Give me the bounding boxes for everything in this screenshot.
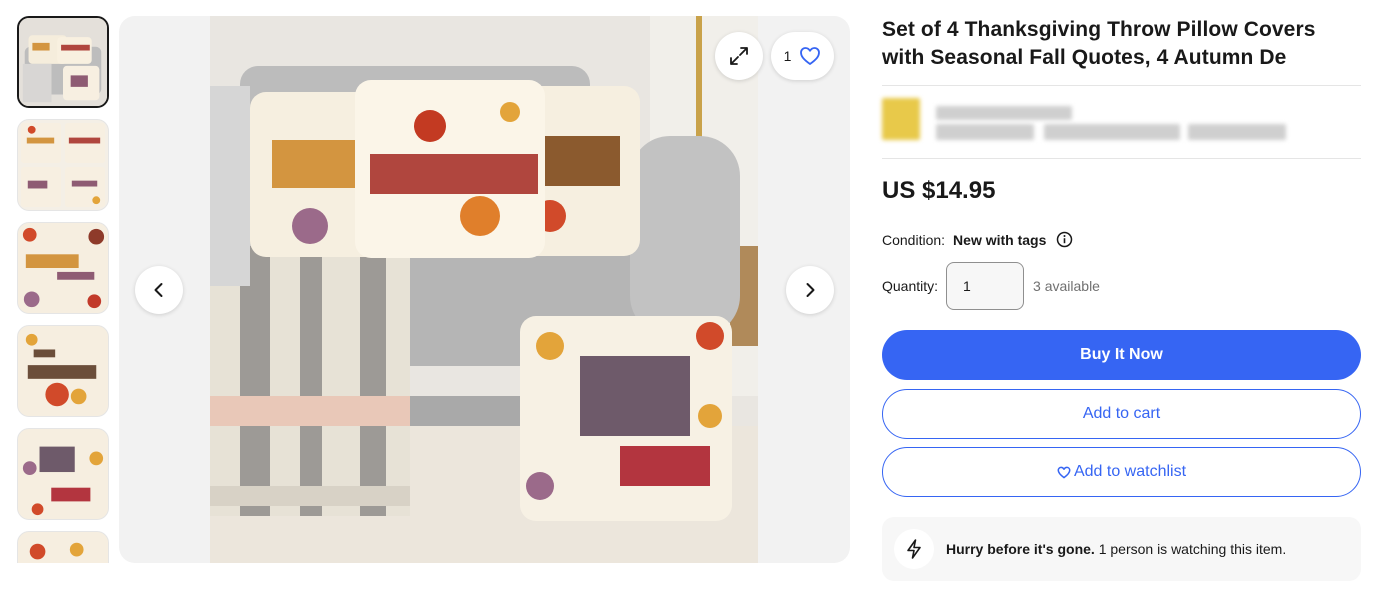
seller-contact [1188, 124, 1286, 140]
main-image-panel: 1 [119, 16, 850, 563]
buy-it-now-button[interactable]: Buy It Now [882, 330, 1361, 380]
urgency-text: Hurry before it's gone. 1 person is watc… [946, 541, 1286, 557]
add-to-watchlist-label: Add to watchlist [1073, 463, 1187, 480]
divider [882, 158, 1361, 159]
product-title: Set of 4 Thanksgiving Throw Pillow Cover… [882, 18, 1316, 69]
next-image-button[interactable] [786, 266, 834, 314]
thumbnail-image [18, 532, 108, 563]
thumbnail-3[interactable] [17, 222, 109, 314]
chevron-left-icon [154, 283, 163, 297]
lightning-icon [894, 529, 934, 569]
info-icon[interactable] [1056, 231, 1073, 248]
thumbnail-image [18, 120, 108, 210]
thumbnail-image [18, 326, 108, 416]
thumbnail-1[interactable] [17, 16, 109, 108]
quantity-label: Quantity: [882, 278, 939, 294]
main-product-image[interactable] [210, 16, 758, 563]
product-photo [210, 16, 758, 563]
thumbnail-5[interactable] [17, 428, 109, 520]
product-price: US $14.95 [882, 177, 996, 204]
urgency-banner: Hurry before it's gone. 1 person is watc… [882, 517, 1361, 581]
product-info: Set of 4 Thanksgiving Throw Pillow Cover… [882, 16, 1361, 581]
heart-icon [1057, 466, 1071, 478]
available-count: 3 available [1033, 278, 1100, 294]
thumbnail-image [18, 223, 108, 313]
add-to-cart-button[interactable]: Add to cart [882, 389, 1361, 439]
thumbnail-image [18, 429, 108, 519]
seller-info[interactable] [882, 86, 1361, 158]
urgency-detail: 1 person is watching this item. [1094, 541, 1287, 557]
condition-value: New with tags [953, 231, 1047, 248]
seller-avatar [882, 98, 920, 140]
condition-label: Condition: [882, 231, 946, 248]
expand-icon [730, 47, 748, 65]
seller-name [936, 106, 1072, 120]
thumbnail-strip [16, 16, 111, 563]
add-to-cart-label: Add to cart [1082, 405, 1161, 422]
buy-it-now-label: Buy It Now [1080, 346, 1163, 363]
watch-count-button[interactable]: 1 [771, 32, 834, 80]
add-to-watchlist-button[interactable]: Add to watchlist [882, 447, 1361, 497]
previous-image-button[interactable] [135, 266, 183, 314]
heart-icon [800, 47, 821, 65]
watch-count: 1 [783, 48, 792, 64]
condition-row: Condition: New with tags [882, 231, 1361, 248]
urgency-headline: Hurry before it's gone. [946, 541, 1095, 557]
thumbnail-6[interactable] [17, 531, 109, 563]
seller-rating [1044, 124, 1180, 140]
thumbnail-image [19, 18, 107, 106]
thumbnail-4[interactable] [17, 325, 109, 417]
quantity-row: Quantity: 3 available [882, 262, 1361, 310]
quantity-input[interactable] [946, 262, 1025, 310]
expand-image-button[interactable] [715, 32, 763, 80]
chevron-right-icon [806, 283, 815, 297]
seller-feedback [936, 124, 1034, 140]
thumbnail-2[interactable] [17, 119, 109, 211]
